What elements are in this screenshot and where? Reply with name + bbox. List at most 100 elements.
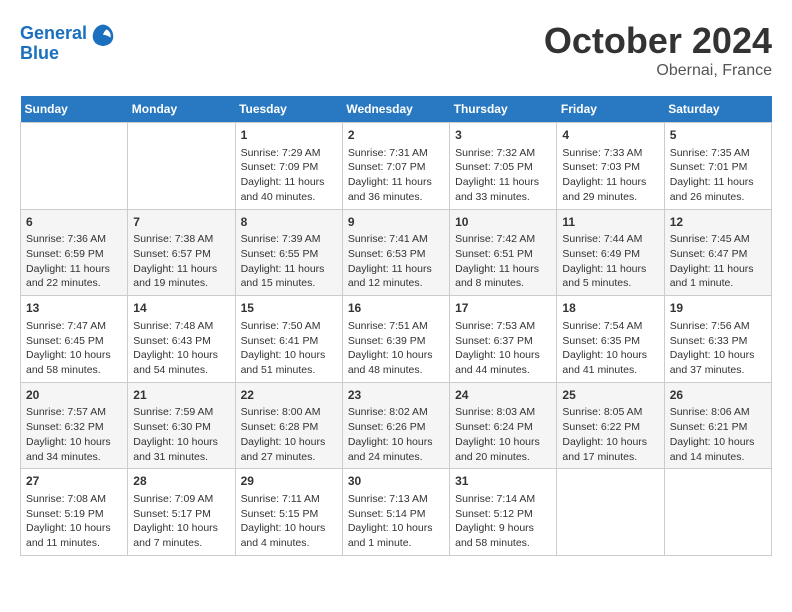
calendar-cell: 2 Sunrise: 7:31 AM Sunset: 7:07 PM Daylig…	[342, 123, 449, 210]
day-number: 31	[455, 473, 551, 490]
page-container: General Blue October 2024 Obernai, Franc…	[20, 20, 772, 556]
calendar-cell	[128, 123, 235, 210]
day-info: Sunrise: 7:38 AM Sunset: 6:57 PM Dayligh…	[133, 232, 229, 291]
day-info: Sunrise: 7:32 AM Sunset: 7:05 PM Dayligh…	[455, 146, 551, 205]
day-info: Sunrise: 7:47 AM Sunset: 6:45 PM Dayligh…	[26, 319, 122, 378]
day-info: Sunrise: 7:54 AM Sunset: 6:35 PM Dayligh…	[562, 319, 658, 378]
day-info: Sunrise: 7:56 AM Sunset: 6:33 PM Dayligh…	[670, 319, 766, 378]
logo-icon	[89, 20, 117, 48]
calendar-cell: 7Sunrise: 7:38 AM Sunset: 6:57 PM Daylig…	[128, 209, 235, 296]
day-number: 27	[26, 473, 122, 490]
day-number: 26	[670, 387, 766, 404]
calendar-cell: 11Sunrise: 7:44 AM Sunset: 6:49 PM Dayli…	[557, 209, 664, 296]
day-number: 11	[562, 214, 658, 231]
day-number: 20	[26, 387, 122, 404]
day-number: 15	[241, 300, 337, 317]
calendar-cell: 30 Sunrise: 7:13 AM Sunset: 5:14 PM Dayli…	[342, 469, 449, 556]
calendar-cell	[664, 469, 771, 556]
day-info: Sunrise: 7:08 AM Sunset: 5:19 PM Dayligh…	[26, 492, 122, 551]
day-number: 2	[348, 127, 444, 144]
day-number: 16	[348, 300, 444, 317]
header-monday: Monday	[128, 96, 235, 123]
day-info: Sunrise: 8:05 AM Sunset: 6:22 PM Dayligh…	[562, 405, 658, 464]
day-number: 8	[241, 214, 337, 231]
day-info: Sunrise: 7:31 AM Sunset: 7:07 PM Dayligh…	[348, 146, 444, 205]
day-info: Sunrise: 7:50 AM Sunset: 6:41 PM Dayligh…	[241, 319, 337, 378]
day-number: 13	[26, 300, 122, 317]
calendar-cell: 19 Sunrise: 7:56 AM Sunset: 6:33 PM Dayli…	[664, 296, 771, 383]
day-info: Sunrise: 7:29 AM Sunset: 7:09 PM Dayligh…	[241, 146, 337, 205]
calendar-cell: 26Sunrise: 8:06 AM Sunset: 6:21 PM Dayli…	[664, 382, 771, 469]
day-number: 5	[670, 127, 766, 144]
day-number: 30	[348, 473, 444, 490]
calendar-week-2: 6Sunrise: 7:36 AM Sunset: 6:59 PM Daylig…	[21, 209, 772, 296]
calendar-cell: 16Sunrise: 7:51 AM Sunset: 6:39 PM Dayli…	[342, 296, 449, 383]
day-info: Sunrise: 7:36 AM Sunset: 6:59 PM Dayligh…	[26, 232, 122, 291]
header-saturday: Saturday	[664, 96, 771, 123]
calendar-cell: 10Sunrise: 7:42 AM Sunset: 6:51 PM Dayli…	[450, 209, 557, 296]
calendar-cell: 25Sunrise: 8:05 AM Sunset: 6:22 PM Dayli…	[557, 382, 664, 469]
day-number: 29	[241, 473, 337, 490]
day-info: Sunrise: 7:48 AM Sunset: 6:43 PM Dayligh…	[133, 319, 229, 378]
calendar-cell: 6Sunrise: 7:36 AM Sunset: 6:59 PM Daylig…	[21, 209, 128, 296]
calendar-cell: 29 Sunrise: 7:11 AM Sunset: 5:15 PM Dayli…	[235, 469, 342, 556]
header-thursday: Thursday	[450, 96, 557, 123]
calendar-cell: 15 Sunrise: 7:50 AM Sunset: 6:41 PM Dayli…	[235, 296, 342, 383]
day-number: 18	[562, 300, 658, 317]
day-info: Sunrise: 8:03 AM Sunset: 6:24 PM Dayligh…	[455, 405, 551, 464]
day-number: 9	[348, 214, 444, 231]
calendar-cell: 23Sunrise: 8:02 AM Sunset: 6:26 PM Dayli…	[342, 382, 449, 469]
header-wednesday: Wednesday	[342, 96, 449, 123]
day-info: Sunrise: 7:39 AM Sunset: 6:55 PM Dayligh…	[241, 232, 337, 291]
calendar-cell: 17Sunrise: 7:53 AM Sunset: 6:37 PM Dayli…	[450, 296, 557, 383]
day-info: Sunrise: 7:11 AM Sunset: 5:15 PM Dayligh…	[241, 492, 337, 551]
day-number: 23	[348, 387, 444, 404]
day-number: 28	[133, 473, 229, 490]
location: Obernai, France	[544, 62, 772, 80]
day-number: 14	[133, 300, 229, 317]
day-info: Sunrise: 7:09 AM Sunset: 5:17 PM Dayligh…	[133, 492, 229, 551]
weekday-header-row: Sunday Monday Tuesday Wednesday Thursday…	[21, 96, 772, 123]
calendar-cell: 8Sunrise: 7:39 AM Sunset: 6:55 PM Daylig…	[235, 209, 342, 296]
calendar-week-5: 27 Sunrise: 7:08 AM Sunset: 5:19 PM Dayli…	[21, 469, 772, 556]
day-number: 10	[455, 214, 551, 231]
day-info: Sunrise: 7:53 AM Sunset: 6:37 PM Dayligh…	[455, 319, 551, 378]
calendar-cell: 5 Sunrise: 7:35 AM Sunset: 7:01 PM Daylig…	[664, 123, 771, 210]
calendar-week-3: 13 Sunrise: 7:47 AM Sunset: 6:45 PM Dayli…	[21, 296, 772, 383]
day-info: Sunrise: 7:44 AM Sunset: 6:49 PM Dayligh…	[562, 232, 658, 291]
calendar-cell: 28 Sunrise: 7:09 AM Sunset: 5:17 PM Dayli…	[128, 469, 235, 556]
day-info: Sunrise: 7:35 AM Sunset: 7:01 PM Dayligh…	[670, 146, 766, 205]
day-info: Sunrise: 8:00 AM Sunset: 6:28 PM Dayligh…	[241, 405, 337, 464]
day-info: Sunrise: 8:02 AM Sunset: 6:26 PM Dayligh…	[348, 405, 444, 464]
title-block: October 2024 Obernai, France	[544, 20, 772, 80]
calendar-cell: 24Sunrise: 8:03 AM Sunset: 6:24 PM Dayli…	[450, 382, 557, 469]
day-number: 25	[562, 387, 658, 404]
day-number: 4	[562, 127, 658, 144]
calendar-table: Sunday Monday Tuesday Wednesday Thursday…	[20, 96, 772, 556]
header-tuesday: Tuesday	[235, 96, 342, 123]
day-info: Sunrise: 7:42 AM Sunset: 6:51 PM Dayligh…	[455, 232, 551, 291]
day-info: Sunrise: 7:13 AM Sunset: 5:14 PM Dayligh…	[348, 492, 444, 551]
calendar-cell: 20Sunrise: 7:57 AM Sunset: 6:32 PM Dayli…	[21, 382, 128, 469]
day-info: Sunrise: 7:14 AM Sunset: 5:12 PM Dayligh…	[455, 492, 551, 551]
day-info: Sunrise: 7:59 AM Sunset: 6:30 PM Dayligh…	[133, 405, 229, 464]
calendar-cell: 31 Sunrise: 7:14 AM Sunset: 5:12 PM Dayli…	[450, 469, 557, 556]
day-number: 7	[133, 214, 229, 231]
calendar-week-1: 1 Sunrise: 7:29 AM Sunset: 7:09 PM Daylig…	[21, 123, 772, 210]
day-info: Sunrise: 7:57 AM Sunset: 6:32 PM Dayligh…	[26, 405, 122, 464]
month-title: October 2024	[544, 20, 772, 62]
day-number: 1	[241, 127, 337, 144]
day-info: Sunrise: 7:45 AM Sunset: 6:47 PM Dayligh…	[670, 232, 766, 291]
calendar-cell	[21, 123, 128, 210]
calendar-cell: 22Sunrise: 8:00 AM Sunset: 6:28 PM Dayli…	[235, 382, 342, 469]
calendar-week-4: 20Sunrise: 7:57 AM Sunset: 6:32 PM Dayli…	[21, 382, 772, 469]
calendar-cell: 18 Sunrise: 7:54 AM Sunset: 6:35 PM Dayli…	[557, 296, 664, 383]
calendar-cell: 12Sunrise: 7:45 AM Sunset: 6:47 PM Dayli…	[664, 209, 771, 296]
day-number: 6	[26, 214, 122, 231]
calendar-cell: 21Sunrise: 7:59 AM Sunset: 6:30 PM Dayli…	[128, 382, 235, 469]
day-number: 22	[241, 387, 337, 404]
day-number: 19	[670, 300, 766, 317]
logo-text: General	[20, 24, 87, 44]
header-friday: Friday	[557, 96, 664, 123]
calendar-cell: 13 Sunrise: 7:47 AM Sunset: 6:45 PM Dayli…	[21, 296, 128, 383]
